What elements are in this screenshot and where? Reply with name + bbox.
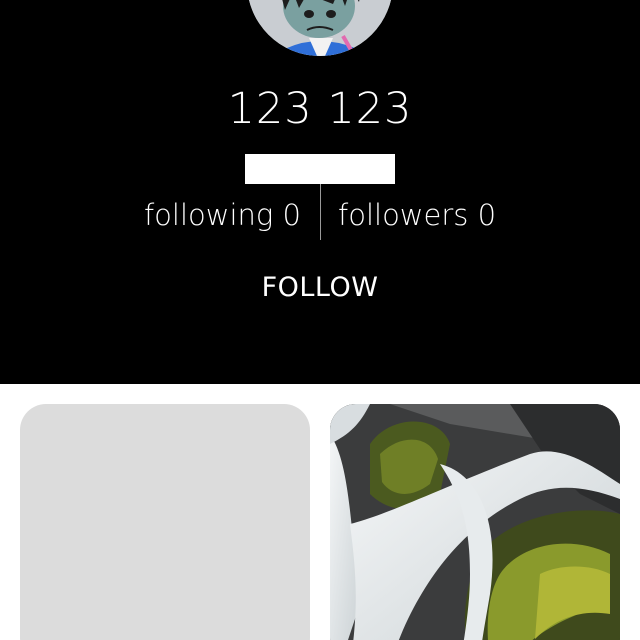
post-card-photo[interactable] [330,404,620,640]
stats-divider [320,184,321,240]
cartoon-character-avatar-icon [247,0,393,56]
following-count[interactable]: following 0 [144,198,301,232]
profile-avatar[interactable] [247,0,393,56]
profile-header: 123 123 following 0 followers 0 FOLLOW [0,0,640,384]
post-card-placeholder[interactable] [20,404,310,640]
posts-grid [0,384,640,640]
followers-count[interactable]: followers 0 [338,198,496,232]
follow-button[interactable]: FOLLOW [220,264,420,310]
bio-placeholder-bar [245,154,395,184]
profile-page: 123 123 following 0 followers 0 FOLLOW [0,0,640,640]
display-name: 123 123 [227,84,413,134]
follow-stats: following 0 followers 0 [0,184,640,240]
waterfall-photo [330,404,620,640]
